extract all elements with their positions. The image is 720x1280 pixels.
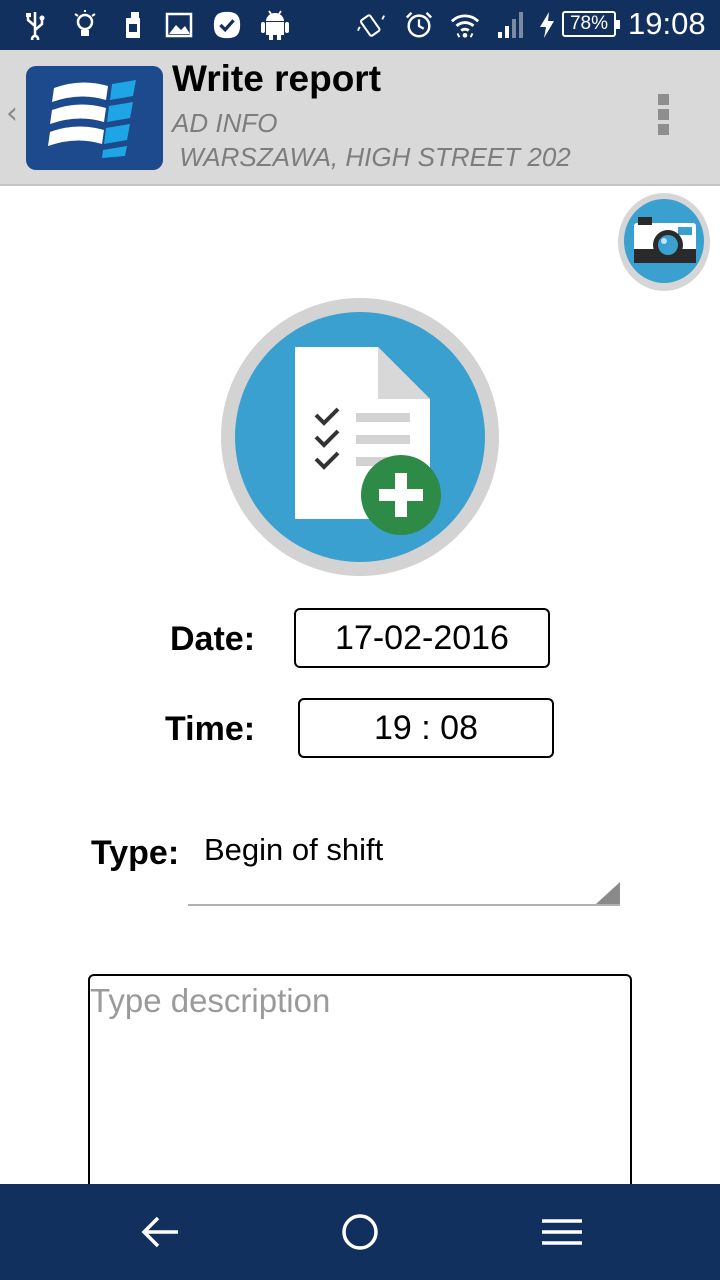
nav-menu-icon[interactable] (532, 1204, 592, 1260)
type-label: Type: (91, 834, 180, 872)
sim-icon (118, 9, 148, 41)
new-report-icon (220, 297, 500, 577)
status-clock: 19:08 (628, 6, 706, 41)
time-field[interactable]: 19 : 08 (298, 698, 554, 758)
overflow-menu-icon[interactable] (648, 94, 678, 140)
usb-icon (20, 9, 50, 41)
back-chevron-icon[interactable]: ‹ (6, 96, 18, 131)
action-bar: ‹ Write report AD INFO WARSZAWA, HIGH ST… (0, 50, 720, 186)
camera-button[interactable] (618, 193, 710, 291)
date-label: Date: (170, 620, 256, 658)
description-placeholder: Type description (90, 982, 331, 1019)
time-label: Time: (165, 710, 256, 748)
status-bar: 78% 19:08 (0, 0, 720, 50)
image-icon (164, 9, 194, 41)
description-textarea[interactable]: Type description (88, 974, 632, 1204)
type-spinner-underline (188, 904, 620, 906)
camera-icon (624, 199, 704, 283)
nav-home-icon[interactable] (330, 1204, 390, 1260)
wifi-icon (450, 9, 480, 41)
type-spinner[interactable]: Begin of shift (204, 832, 383, 868)
charging-icon (532, 9, 562, 41)
android-icon (260, 9, 290, 41)
page-title: Write report (172, 58, 382, 99)
battery-indicator: 78% (562, 11, 620, 37)
spinner-arrow-icon[interactable] (596, 882, 620, 904)
date-field[interactable]: 17-02-2016 (294, 608, 550, 668)
lightbulb-icon (70, 9, 100, 41)
check-badge-icon (212, 9, 242, 41)
navigation-bar (0, 1184, 720, 1280)
company-name: AD INFO (172, 108, 278, 138)
location-address: WARSZAWA, HIGH STREET 202 (172, 142, 571, 172)
alarm-icon (404, 9, 434, 41)
nav-back-icon[interactable] (130, 1204, 190, 1260)
app-logo[interactable] (26, 66, 163, 170)
signal-icon (496, 9, 526, 41)
vibrate-icon (356, 9, 386, 41)
